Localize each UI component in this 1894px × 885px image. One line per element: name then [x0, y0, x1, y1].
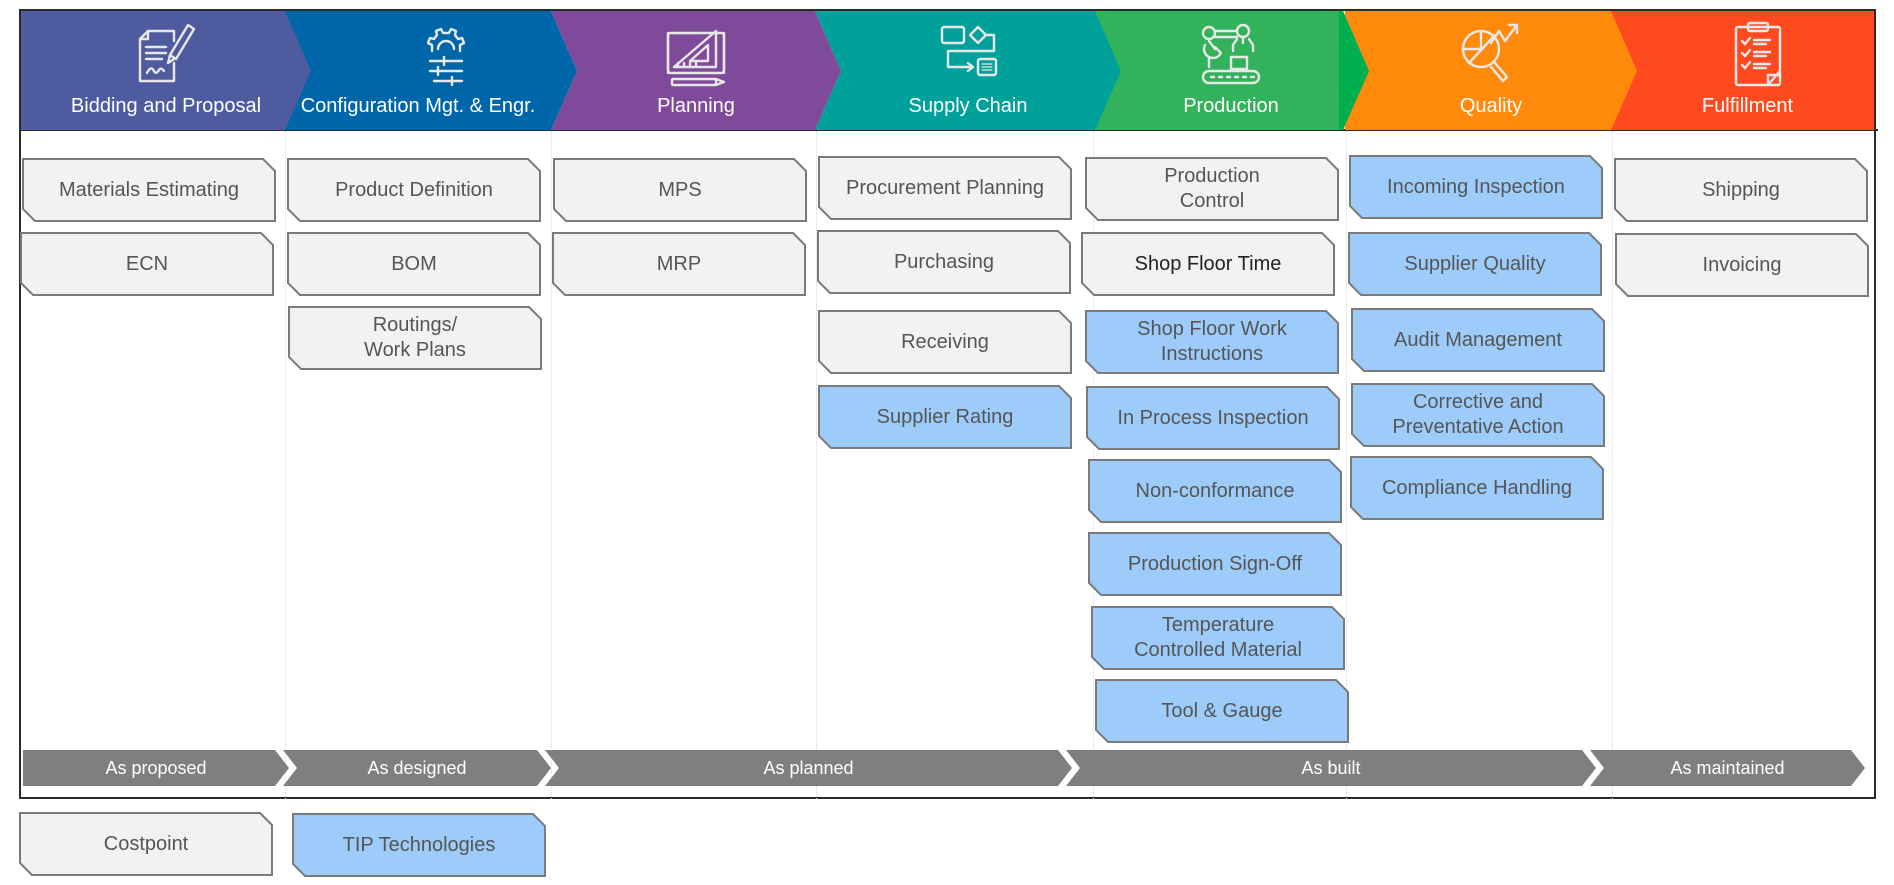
function-box-shop-floor-work-instructions: Shop Floor Work Instructions: [1085, 310, 1339, 374]
function-box-supplier-rating: Supplier Rating: [818, 385, 1072, 449]
function-label: Temperature Controlled Material: [1134, 614, 1302, 661]
function-label: Compliance Handling: [1381, 476, 1573, 499]
contract-signature-icon: [138, 23, 196, 83]
lifecycle-label: As maintained: [1670, 757, 1785, 778]
function-box-audit-management: Audit Management: [1351, 308, 1605, 372]
function-label: Audit Management: [1394, 328, 1562, 351]
stage-label: Bidding and Proposal: [70, 95, 262, 117]
function-label: Supplier Quality: [1404, 252, 1546, 275]
function-label: Corrective and Preventative Action: [1392, 391, 1564, 438]
stage-label: Planning: [657, 95, 735, 117]
function-label: Shop Floor Time: [1134, 252, 1282, 275]
function-box-supplier-quality: Supplier Quality: [1348, 232, 1602, 296]
lifecycle-label: As proposed: [105, 757, 207, 778]
function-label: BOM: [391, 252, 437, 275]
stage-supply-chain: Supply Chain: [815, 11, 1121, 130]
function-label: ECN: [125, 252, 169, 275]
blueprint-ruler-icon: [666, 29, 726, 87]
function-box-corrective-and-preventative-action: Corrective and Preventative Action: [1351, 383, 1605, 447]
function-box-shipping: Shipping: [1614, 158, 1868, 222]
function-box-mrp: MRP: [552, 232, 806, 296]
function-box-materials-estimating: Materials Estimating: [22, 158, 276, 222]
lifecycle-label: As designed: [367, 757, 467, 778]
function-box-shop-floor-time: Shop Floor Time: [1081, 232, 1335, 296]
column-divider: [285, 131, 286, 799]
function-label: Invoicing: [1702, 253, 1782, 276]
function-box-receiving: Receiving: [818, 310, 1072, 374]
flow-process-icon: [940, 25, 998, 77]
function-box-tool-gauge: Tool & Gauge: [1095, 679, 1349, 743]
function-box-temperature-controlled-material: Temperature Controlled Material: [1091, 606, 1345, 670]
lifecycle-as-maintained: As maintained: [1590, 750, 1865, 786]
legend-costpoint: Costpoint: [19, 812, 273, 876]
lifecycle-label: As built: [1301, 757, 1361, 778]
function-label: Purchasing: [893, 250, 995, 273]
function-label: Materials Estimating: [58, 178, 240, 201]
stage-quality: Quality: [1345, 11, 1637, 130]
function-box-production-sign-off: Production Sign-Off: [1088, 532, 1342, 596]
function-box-in-process-inspection: In Process Inspection: [1086, 386, 1340, 450]
function-box-ecn: ECN: [20, 232, 274, 296]
lifecycle-as-proposed: As proposed: [23, 750, 289, 786]
function-label: MPS: [658, 178, 702, 201]
function-label: MRP: [656, 252, 702, 275]
function-box-production-control: Production Control: [1085, 157, 1339, 221]
function-label: Shipping: [1702, 178, 1780, 201]
clipboard-checklist-icon: [1735, 21, 1782, 87]
function-box-non-conformance: Non-conformance: [1088, 459, 1342, 523]
lifecycle-as-built: As built: [1066, 750, 1596, 786]
stage-label: Configuration Mgt. & Engr.: [300, 95, 536, 117]
function-label: Shop Floor Work Instructions: [1137, 318, 1287, 365]
function-box-compliance-handling: Compliance Handling: [1350, 456, 1604, 520]
function-box-invoicing: Invoicing: [1615, 233, 1869, 297]
function-label: Product Definition: [335, 178, 493, 201]
stage-label: Production: [1183, 95, 1279, 117]
chart-magnifier-icon: [1461, 23, 1519, 83]
stage-label: Fulfillment: [1701, 95, 1794, 117]
function-box-procurement-planning: Procurement Planning: [818, 156, 1072, 220]
lifecycle-as-planned: As planned: [545, 750, 1072, 786]
lifecycle-as-designed: As designed: [283, 750, 551, 786]
function-label: Incoming Inspection: [1387, 175, 1565, 198]
function-label: Supplier Rating: [876, 405, 1014, 428]
robot-arm-conveyor-icon: [1201, 23, 1261, 85]
stage-fulfillment: Fulfillment: [1611, 11, 1874, 130]
function-box-incoming-inspection: Incoming Inspection: [1349, 155, 1603, 219]
function-box-product-definition: Product Definition: [287, 158, 541, 222]
gear-sliders-icon: [426, 27, 465, 87]
function-box-bom: BOM: [287, 232, 541, 296]
function-box-mps: MPS: [553, 158, 807, 222]
function-label: Production Sign-Off: [1127, 552, 1303, 575]
function-box-purchasing: Purchasing: [817, 230, 1071, 294]
stage-planning: Planning: [551, 11, 841, 130]
stage-label: Supply Chain: [908, 95, 1028, 117]
legend-label: Costpoint: [103, 832, 189, 855]
column-divider: [1612, 131, 1613, 799]
lifecycle-label: As planned: [763, 757, 854, 778]
stage-bidding-and-proposal: Bidding and Proposal: [21, 11, 311, 130]
stage-production: Production: [1093, 11, 1369, 130]
legend-label: TIP Technologies: [342, 833, 496, 856]
function-label: Routings/ Work Plans: [364, 314, 466, 361]
function-label: Procurement Planning: [846, 176, 1044, 199]
stage-header: Bidding and Proposal Configuration Mgt. …: [21, 11, 1874, 130]
legend-tip-technologies: TIP Technologies: [292, 813, 546, 877]
function-box-routings-work-plans: Routings/ Work Plans: [288, 306, 542, 370]
stage-configuration: Configuration Mgt. & Engr.: [285, 11, 577, 130]
function-label: Tool & Gauge: [1161, 699, 1283, 722]
function-label: Production Control: [1164, 165, 1260, 212]
function-label: In Process Inspection: [1117, 406, 1309, 429]
function-label: Non-conformance: [1135, 479, 1295, 502]
stage-label: Quality: [1459, 95, 1523, 117]
function-label: Receiving: [901, 330, 989, 353]
